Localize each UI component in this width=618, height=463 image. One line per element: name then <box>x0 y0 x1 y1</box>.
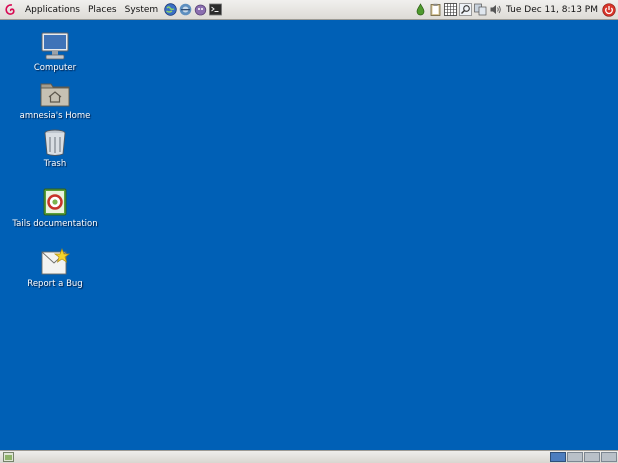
desktop-icon-computer[interactable]: Computer <box>5 30 105 73</box>
computer-icon <box>41 32 69 60</box>
desktop-icon-label: Computer <box>33 63 77 73</box>
desktop-icon-report-a-bug[interactable]: Report a Bug <box>5 246 105 289</box>
desktop[interactable]: Computer amnesia's Home Trash Tails docu… <box>0 20 618 450</box>
volume-icon[interactable] <box>489 3 502 16</box>
power-icon[interactable] <box>602 2 616 17</box>
workspace-2[interactable] <box>567 452 583 462</box>
show-desktop-icon[interactable] <box>3 452 14 462</box>
desktop-icon-label: Report a Bug <box>27 279 83 289</box>
applications-menu[interactable]: Applications <box>21 0 84 20</box>
documentation-icon <box>43 188 67 216</box>
places-menu[interactable]: Places <box>84 0 121 20</box>
clipboard-icon[interactable] <box>429 3 442 16</box>
report-bug-icon <box>41 248 71 275</box>
network-icon[interactable] <box>164 3 177 16</box>
keyboard-layout-icon[interactable] <box>444 3 457 16</box>
notification-area: Tue Dec 11, 8:13 PM <box>413 0 618 19</box>
top-panel: Applications Places System Tue Dec 11, 8… <box>0 0 618 20</box>
trash-icon <box>44 129 66 156</box>
tor-onion-icon[interactable] <box>179 3 192 16</box>
debian-swirl-icon[interactable] <box>4 3 18 17</box>
desktop-icon-home[interactable]: amnesia's Home <box>5 78 105 121</box>
workspace-1[interactable] <box>550 452 566 462</box>
desktop-icon-trash[interactable]: Trash <box>5 126 105 169</box>
desktop-icon-label: amnesia's Home <box>19 111 91 121</box>
bottom-panel <box>0 450 618 463</box>
vidalia-onion-icon[interactable] <box>414 3 427 16</box>
desktop-icon-label: Tails documentation <box>12 219 98 229</box>
workspace-4[interactable] <box>601 452 617 462</box>
network-manager-icon[interactable] <box>474 3 487 16</box>
pidgin-icon[interactable] <box>194 3 207 16</box>
system-menu[interactable]: System <box>121 0 163 20</box>
terminal-icon[interactable] <box>209 3 223 16</box>
desktop-icon-tails-documentation[interactable]: Tails documentation <box>5 186 105 229</box>
workspace-switcher <box>549 452 617 463</box>
clock[interactable]: Tue Dec 11, 8:13 PM <box>506 5 598 15</box>
desktop-icon-label: Trash <box>43 159 67 169</box>
search-icon[interactable] <box>459 3 472 16</box>
home-folder-icon <box>40 83 70 107</box>
workspace-3[interactable] <box>584 452 600 462</box>
